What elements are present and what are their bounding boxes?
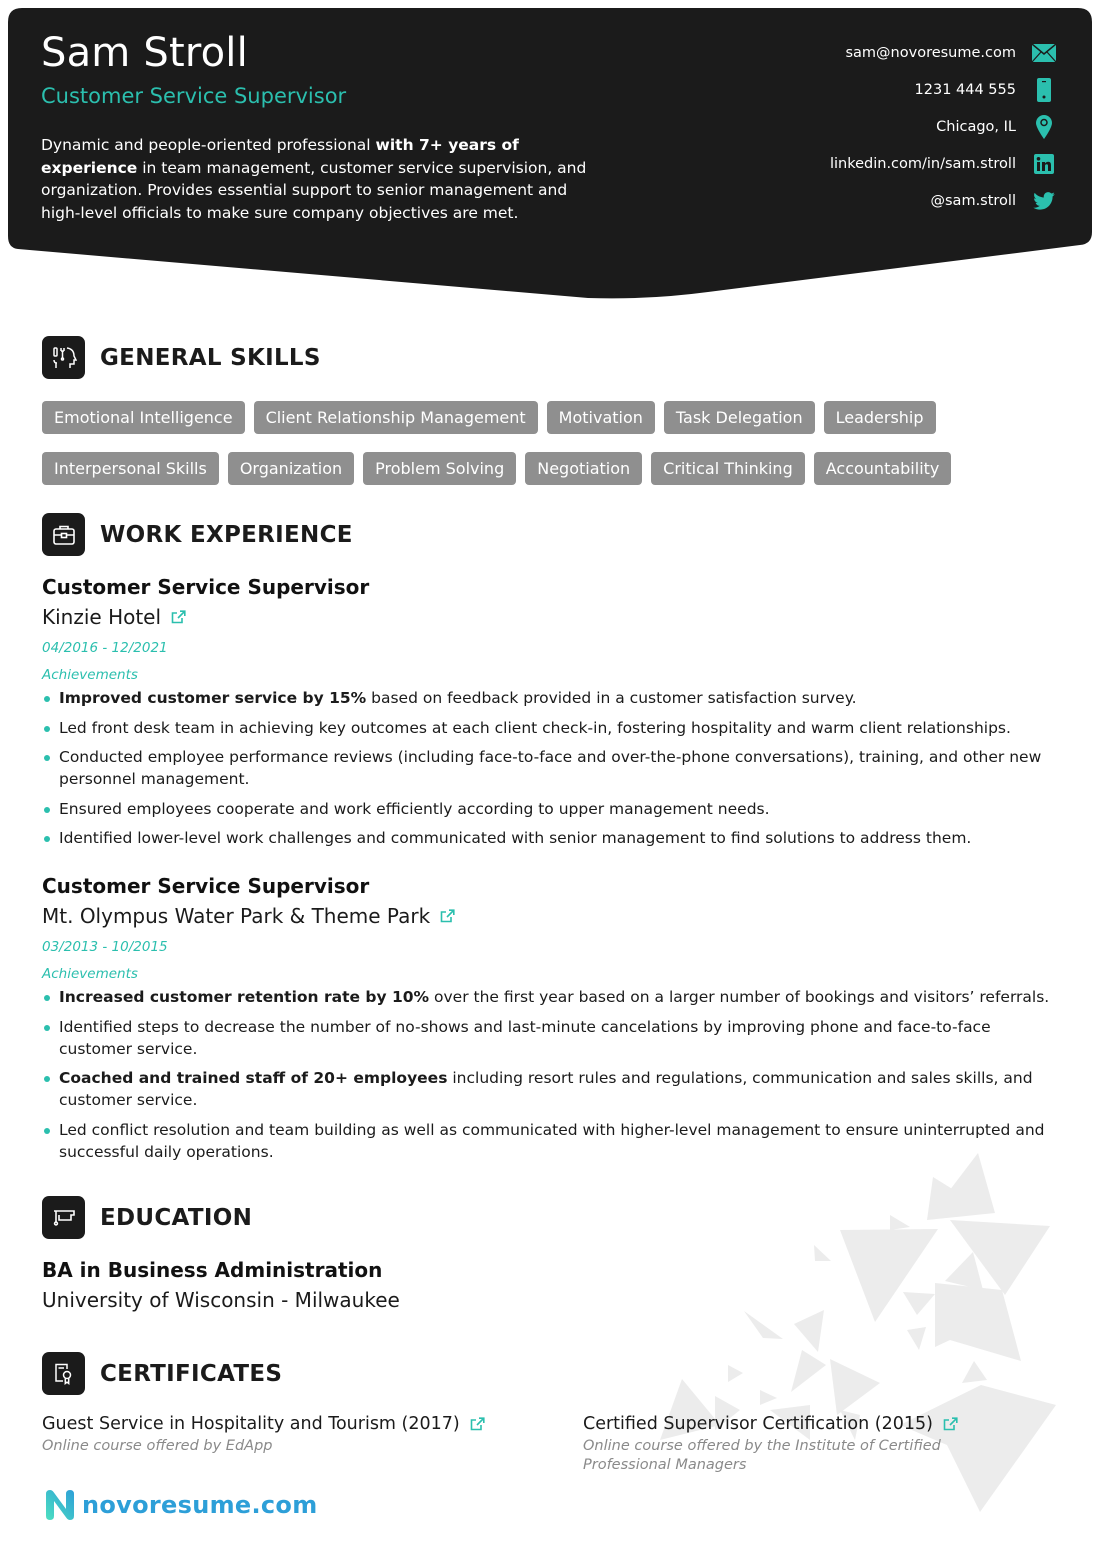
contact-location: Chicago, IL: [736, 108, 1056, 145]
skill-tag: Accountability: [813, 452, 952, 485]
contact-list: sam@novoresume.com 1231 444 555 Chicago,…: [736, 34, 1056, 219]
external-link-icon[interactable]: [943, 1417, 958, 1431]
achievement-item: Led front desk team in achieving key out…: [42, 717, 1052, 739]
skill-tag: Client Relationship Management: [253, 401, 538, 434]
skill-tag: Critical Thinking: [651, 452, 805, 485]
graduation-cap-icon: [42, 1196, 85, 1239]
job-title: Customer Service Supervisor: [42, 874, 370, 898]
briefcase-icon: [42, 513, 85, 556]
school: University of Wisconsin - Milwaukee: [42, 1288, 400, 1312]
achievements-list: Improved customer service by 15% based o…: [42, 687, 1052, 849]
achievement-text: Identified lower-level work challenges a…: [59, 829, 972, 847]
certificate-title: Guest Service in Hospitality and Tourism…: [42, 1414, 460, 1434]
contact-linkedin[interactable]: linkedin.com/in/sam.stroll: [736, 145, 1056, 182]
decorative-triangles: [640, 1140, 1080, 1540]
job-dates: 03/2013 - 10/2015: [42, 939, 168, 955]
achievement-bold: Coached and trained staff of 20+ employe…: [59, 1069, 448, 1087]
skills-section-header: GENERAL SKILLS: [42, 336, 321, 379]
candidate-name: Sam Stroll: [41, 30, 248, 76]
achievement-item: Led conflict resolution and team buildin…: [42, 1119, 1052, 1163]
twitter-text[interactable]: @sam.stroll: [931, 193, 1017, 209]
achievements-label: Achievements: [42, 667, 138, 683]
skill-tag: Emotional Intelligence: [42, 401, 245, 434]
skills-heading: GENERAL SKILLS: [100, 344, 321, 371]
job-entry: Customer Service Supervisor Mt. Olympus …: [42, 871, 1052, 1170]
achievement-text: Ensured employees cooperate and work eff…: [59, 799, 770, 818]
email-icon: [1032, 41, 1056, 65]
education-section-header: EDUCATION: [42, 1196, 252, 1239]
achievement-item: Increased customer retention rate by 10%…: [42, 986, 1052, 1008]
summary: Dynamic and people-oriented professional…: [41, 134, 589, 224]
job-company: Mt. Olympus Water Park & Theme Park: [42, 901, 1052, 931]
achievement-item: Conducted employee performance reviews (…: [42, 746, 1052, 790]
achievement-text: Identified steps to decrease the number …: [59, 1017, 991, 1058]
linkedin-text[interactable]: linkedin.com/in/sam.stroll: [830, 156, 1016, 172]
achievement-item: Identified steps to decrease the number …: [42, 1016, 1052, 1060]
skill-tag: Leadership: [823, 401, 936, 434]
education-heading: EDUCATION: [100, 1204, 253, 1231]
achievements-list: Increased customer retention rate by 10%…: [42, 986, 1052, 1163]
certificate-entry: Guest Service in Hospitality and Tourism…: [42, 1411, 502, 1456]
twitter-icon: [1032, 189, 1056, 213]
location-text: Chicago, IL: [936, 118, 1016, 135]
certificate-icon: [42, 1352, 85, 1395]
certificate-description: Online course offered by the Institute o…: [583, 1438, 941, 1473]
contact-phone[interactable]: 1231 444 555: [736, 71, 1056, 108]
education-entry: BA in Business Administration University…: [42, 1255, 400, 1315]
contact-email[interactable]: sam@novoresume.com: [736, 34, 1056, 71]
achievement-text: Conducted employee performance reviews (…: [59, 748, 1042, 788]
skills-icon: [42, 336, 85, 379]
novoresume-logo[interactable]: novoresume.com: [44, 1490, 318, 1520]
company-name: Kinzie Hotel: [42, 605, 162, 629]
certificate-name: Certified Supervisor Certification (2015…: [583, 1411, 1033, 1437]
certificate-description: Online course offered by EdApp: [42, 1438, 273, 1454]
candidate-title: Customer Service Supervisor: [41, 84, 347, 108]
skills-list: Emotional Intelligence Client Relationsh…: [42, 401, 1032, 485]
external-link-icon[interactable]: [470, 1417, 485, 1431]
email-text[interactable]: sam@novoresume.com: [845, 45, 1016, 61]
job-title: Customer Service Supervisor: [42, 575, 370, 599]
external-link-icon[interactable]: [171, 610, 186, 624]
skill-tag: Organization: [227, 452, 355, 485]
skill-tag: Problem Solving: [363, 452, 517, 485]
degree: BA in Business Administration: [42, 1258, 383, 1282]
work-section-header: WORK EXPERIENCE: [42, 513, 353, 556]
achievement-item: Coached and trained staff of 20+ employe…: [42, 1067, 1052, 1111]
job-entry: Customer Service Supervisor Kinzie Hotel…: [42, 572, 1052, 857]
certificate-name: Guest Service in Hospitality and Tourism…: [42, 1411, 502, 1437]
skill-tag: Interpersonal Skills: [42, 452, 219, 485]
achievement-text: Led conflict resolution and team buildin…: [59, 1120, 1045, 1161]
achievements-label: Achievements: [42, 966, 138, 982]
certificate-entry: Certified Supervisor Certification (2015…: [583, 1411, 1033, 1475]
logo-text: novoresume.com: [82, 1491, 318, 1519]
job-company: Kinzie Hotel: [42, 602, 1052, 632]
skill-tag: Task Delegation: [663, 401, 815, 434]
certificate-title: Certified Supervisor Certification (2015…: [583, 1414, 933, 1434]
contact-twitter[interactable]: @sam.stroll: [736, 182, 1056, 219]
summary-text-1: Dynamic and people-oriented professional: [41, 136, 376, 154]
achievement-item: Ensured employees cooperate and work eff…: [42, 798, 1052, 820]
novoresume-logo-icon: [46, 1490, 74, 1520]
linkedin-icon: [1032, 152, 1056, 176]
external-link-icon[interactable]: [440, 909, 455, 923]
certificates-section-header: CERTIFICATES: [42, 1352, 282, 1395]
certificates-heading: CERTIFICATES: [100, 1360, 283, 1387]
achievement-text: based on feedback provided in a customer…: [366, 689, 857, 707]
work-heading: WORK EXPERIENCE: [100, 521, 353, 548]
achievement-item: Improved customer service by 15% based o…: [42, 687, 1052, 709]
achievement-text: Led front desk team in achieving key out…: [59, 718, 1011, 737]
skill-tag: Motivation: [546, 401, 655, 434]
phone-icon: [1032, 77, 1056, 102]
achievement-item: Identified lower-level work challenges a…: [42, 827, 1052, 849]
job-dates: 04/2016 - 12/2021: [42, 640, 168, 656]
phone-text[interactable]: 1231 444 555: [915, 82, 1016, 98]
achievement-bold: Improved customer service by 15%: [59, 689, 367, 707]
achievement-text: over the first year based on a larger nu…: [429, 988, 1050, 1006]
skill-tag: Negotiation: [525, 452, 643, 485]
company-name: Mt. Olympus Water Park & Theme Park: [42, 904, 431, 928]
location-icon: [1032, 114, 1056, 139]
achievement-bold: Increased customer retention rate by 10%: [59, 988, 430, 1006]
